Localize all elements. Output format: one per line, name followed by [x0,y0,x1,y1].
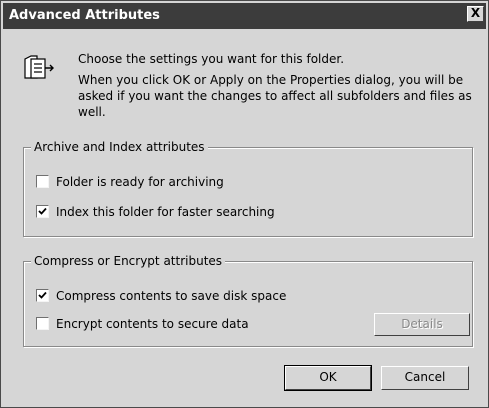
compress-checkbox[interactable] [36,289,49,302]
details-button[interactable]: Details [374,313,470,336]
close-icon: X [470,6,481,20]
index-faster-checkbox[interactable] [36,205,49,218]
encrypt-label[interactable]: Encrypt contents to secure data [56,316,249,332]
intro-description: When you click OK or Apply on the Proper… [78,73,472,119]
compress-encrypt-group-legend: Compress or Encrypt attributes [31,253,226,269]
archive-index-group: Archive and Index attributes Folder is r… [23,139,473,237]
index-faster-label[interactable]: Index this folder for faster searching [56,204,275,220]
encrypt-checkbox[interactable] [36,317,49,330]
cancel-button[interactable]: Cancel [381,366,469,390]
compress-encrypt-group: Compress or Encrypt attributes Compress … [23,253,473,347]
intro-heading: Choose the settings you want for this fo… [78,52,345,66]
checkmark-icon [38,207,47,215]
compress-label[interactable]: Compress contents to save disk space [56,288,286,304]
checkmark-icon [38,291,47,299]
ok-button[interactable]: OK [284,365,372,391]
ready-for-archiving-checkbox[interactable] [36,175,49,188]
advanced-attributes-dialog: Advanced Attributes X Choose the setting… [0,0,489,408]
folder-settings-icon [23,53,57,84]
title-bar[interactable]: Advanced Attributes X [3,3,486,29]
window-title: Advanced Attributes [9,8,160,23]
ready-for-archiving-label[interactable]: Folder is ready for archiving [56,174,224,190]
archive-index-group-legend: Archive and Index attributes [31,139,208,155]
close-button[interactable]: X [467,6,484,22]
